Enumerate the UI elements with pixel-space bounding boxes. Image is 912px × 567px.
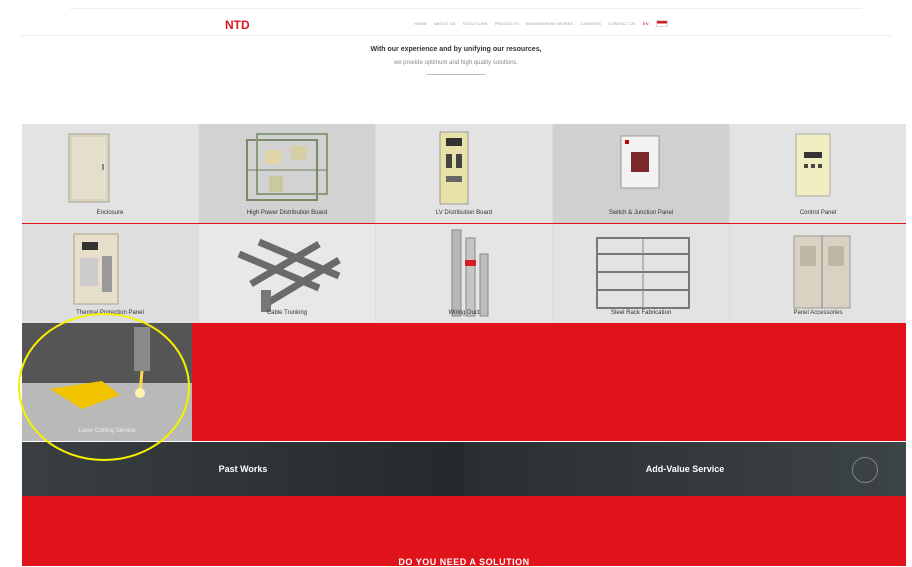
tile-label: High Power Distribution Board [246,210,328,216]
header-divider [20,35,892,36]
lv-board-image [439,131,469,205]
product-row-2: Thermal Protection Panel Cable Trunking … [22,223,906,323]
product-tile-steel-rack[interactable]: Steel Rack Fabrication [553,224,730,323]
past-works-title: Past Works [218,464,268,474]
add-value-service-link[interactable]: Add-Value Service [464,442,906,496]
product-tile-hv-board[interactable]: High Power Distribution Board [199,124,376,223]
wiring-duct-image [451,229,489,317]
add-value-service-title: Add-Value Service [645,464,725,474]
product-tile-cable-trunking[interactable]: Cable Trunking [199,224,376,323]
tile-label: Panel Accessories [793,310,843,316]
nav-careers[interactable]: CAREERS [580,21,601,26]
product-row-1: Enclosure High Power Distribution Board … [22,124,906,223]
product-tile-switch-panel[interactable]: Switch & Junction Panel [553,124,730,223]
header-top-edge [70,8,862,9]
nav-engineering[interactable]: ENGINEERING WORKS [526,21,574,26]
nav-about[interactable]: ABOUT US [434,21,456,26]
product-tile-panel-accessories[interactable]: Panel Accessories [730,224,906,323]
solution-cta: DO YOU NEED A SOLUTION [22,496,906,567]
product-tile-control-panel[interactable]: Control Panel [730,124,906,223]
hero-line-2: we provide optimum and high quality solu… [393,60,519,66]
services-band: Past Works Add-Value Service [22,442,906,496]
hv-board-image [246,133,328,201]
product-tile-wiring-duct[interactable]: Wiring Duct [376,224,553,323]
switch-panel-image [620,135,660,189]
control-panel-image [795,133,831,197]
thermal-panel-image [73,233,119,305]
tile-label: LV Distribution Board [435,210,493,216]
flag-icon[interactable] [655,20,668,27]
nav-products[interactable]: PRODUCTS [495,21,519,26]
steel-rack-image [596,237,690,309]
tile-label: Switch & Junction Panel [608,210,674,216]
svg-text:NTD: NTD [225,18,250,32]
tile-label: Cable Trunking [266,310,308,316]
cable-trunking-image [237,238,341,312]
highlight-circle [18,313,190,461]
red-filler-panel [192,323,906,441]
brand-logo[interactable]: NTD [223,16,255,32]
tile-label: Wiring Duct [448,310,480,316]
panel-accessories-image [793,235,851,309]
hero-line-1: With our experience and by unifying our … [370,46,542,53]
enclosure-image [68,133,110,203]
tile-label: Steel Rack Fabrication [610,310,672,316]
language-selector[interactable]: EN [643,21,649,26]
hero-divider [427,74,485,75]
header: NTD HOME ABOUT US SOLUTIONS PRODUCTS ENG… [0,0,912,36]
tile-label: Enclosure [96,210,124,216]
product-tile-lv-board[interactable]: LV Distribution Board [376,124,553,223]
product-tile-thermal-panel[interactable]: Thermal Protection Panel [22,224,199,323]
tile-label: Control Panel [799,210,837,216]
product-tile-enclosure[interactable]: Enclosure [22,124,199,223]
circle-icon [852,457,878,483]
nav-home[interactable]: HOME [414,21,427,26]
nav-solutions[interactable]: SOLUTIONS [463,21,488,26]
main-nav: HOME ABOUT US SOLUTIONS PRODUCTS ENGINEE… [414,20,668,27]
nav-contact[interactable]: CONTACT US [608,21,636,26]
